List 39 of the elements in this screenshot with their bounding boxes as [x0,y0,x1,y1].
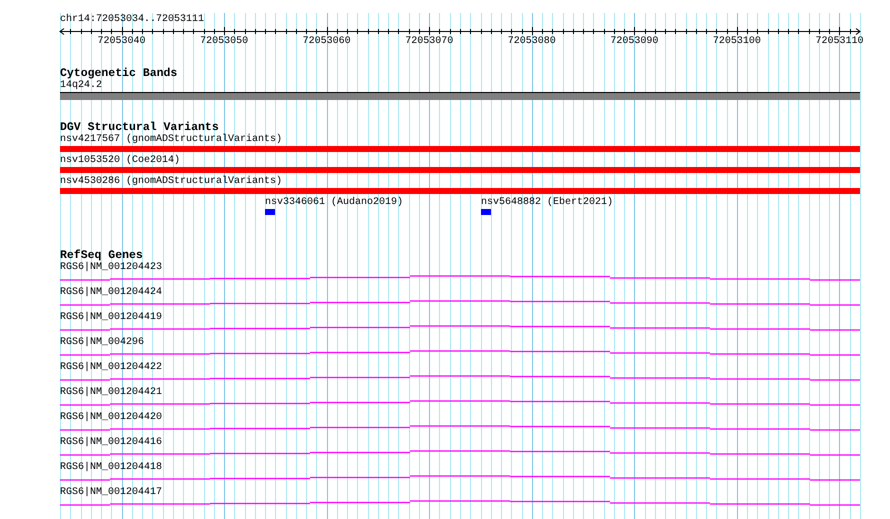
location-label: chr14:72053034..72053111 [60,14,204,26]
gene-label: RGS6|NM_001204422 [60,362,162,374]
gene-label: RGS6|NM_001204421 [60,387,162,399]
gene-intron-line[interactable] [60,325,860,331]
ruler-label: 72053070 [405,36,454,48]
gene-intron-line[interactable] [60,500,860,506]
ruler-label: 72053060 [302,36,351,48]
gene-intron-line[interactable] [60,400,860,406]
variant-label: nsv3346061 (Audano2019) [265,197,404,209]
ruler-label: 72053090 [610,36,658,48]
gene-label: RGS6|NM_001204419 [60,312,162,324]
ruler-label: 72053050 [200,36,248,48]
ruler-label: 72053110 [815,36,864,48]
gene-intron-line[interactable] [60,450,860,456]
gene-label: RGS6|NM_004296 [60,337,144,349]
variant-label: nsv5648882 (Ebert2021) [481,197,614,209]
variant-label: nsv4530286 (gnomADStructuralVariants) [60,176,282,188]
track-title: DGV Structural Variants [60,122,219,134]
gene-label: RGS6|NM_001204417 [60,487,162,499]
gene-label: RGS6|NM_001204420 [60,412,162,424]
gene-label: RGS6|NM_001204423 [60,262,162,274]
track-title: Cytogenetic Bands [60,68,178,80]
gene-intron-line[interactable] [60,275,860,281]
gene-intron-line[interactable] [60,475,860,481]
ruler-label: 72053100 [712,36,761,48]
variant-label: nsv1053520 (Coe2014) [60,155,180,167]
gene-label: RGS6|NM_001204424 [60,287,162,299]
gene-intron-line[interactable] [60,350,860,356]
track-title: RefSeq Genes [60,250,143,262]
ruler-label: 72053080 [508,36,556,48]
gene-label: RGS6|NM_001204416 [60,437,162,449]
gene-label: RGS6|NM_001204418 [60,462,162,474]
cytoband-bar[interactable] [60,92,860,100]
band-label: 14q24.2 [60,80,102,92]
gene-intron-line[interactable] [60,375,860,381]
gene-intron-line[interactable] [60,425,860,431]
ruler-label: 72053040 [98,36,146,48]
gene-intron-line[interactable] [60,300,860,306]
variant-label: nsv4217567 (gnomADStructuralVariants) [60,134,282,146]
